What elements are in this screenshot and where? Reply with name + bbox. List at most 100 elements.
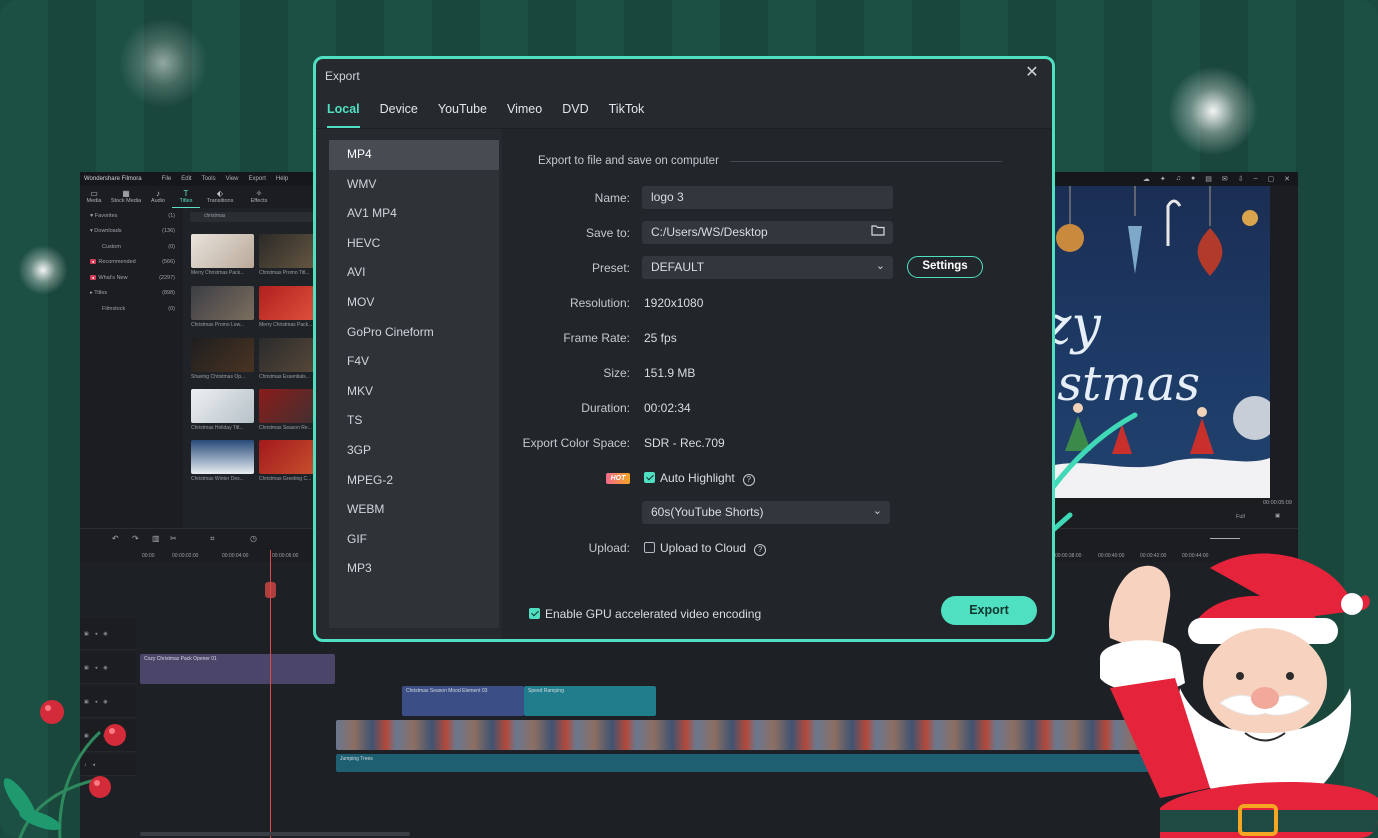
export-button[interactable]: Export — [941, 596, 1037, 625]
checkbox-checked-icon — [644, 472, 655, 483]
tab-tiktok[interactable]: TikTok — [609, 99, 645, 128]
menu-edit[interactable]: Edit — [181, 176, 191, 182]
quality-select[interactable]: Full — [1236, 514, 1245, 520]
chevron-down-icon: ⌄ — [875, 260, 885, 272]
account-icon[interactable]: ● — [1191, 175, 1195, 183]
maximize-icon[interactable]: ▢ — [1268, 175, 1275, 183]
lock-icon[interactable]: ▣ — [84, 665, 89, 671]
speaker-icon[interactable]: ◂ — [95, 665, 98, 671]
tab-device[interactable]: Device — [380, 99, 418, 128]
video-clip[interactable] — [336, 720, 1198, 750]
format-item-mp3[interactable]: MP3 — [329, 554, 499, 584]
sidebar-item-filmstock[interactable]: Filmstock (0) — [80, 301, 183, 317]
name-field[interactable]: logo 3 — [642, 186, 893, 209]
timeline-scrollbar[interactable] — [140, 832, 410, 836]
tab-local[interactable]: Local — [327, 99, 360, 128]
title-clip[interactable]: Cozy Christmas Pack Opener 01 — [140, 654, 335, 684]
eye-icon[interactable]: ◉ — [103, 665, 107, 671]
redo-icon[interactable]: ↷ — [132, 534, 139, 543]
menu-help[interactable]: Help — [276, 176, 288, 182]
settings-button[interactable]: Settings — [907, 256, 983, 278]
thumbnail[interactable] — [191, 389, 254, 423]
format-item-mpeg-2[interactable]: MPEG-2 — [329, 466, 499, 496]
format-item-gif[interactable]: GIF — [329, 525, 499, 555]
lock-icon[interactable]: ▣ — [84, 631, 89, 637]
preset-select[interactable]: DEFAULT ⌄ — [642, 256, 893, 279]
sidebar-item-label: What's New — [98, 274, 128, 281]
menu-view[interactable]: View — [226, 176, 239, 182]
tool-audio[interactable]: ♪ Audio — [144, 186, 172, 208]
format-item-mkv[interactable]: MKV — [329, 377, 499, 407]
help-icon[interactable]: ? — [754, 544, 767, 556]
effect-clip[interactable]: Speed Ramping — [524, 686, 656, 716]
format-item-wmv[interactable]: WMV — [329, 170, 499, 200]
audio-clip[interactable]: Jumping Trees — [336, 754, 1198, 772]
sidebar-item-favorites[interactable]: ♥ Favorites (1) — [80, 208, 183, 224]
delete-icon[interactable]: ▥ — [152, 534, 160, 543]
speaker-icon[interactable]: ◂ — [95, 631, 98, 637]
sidebar-item-recommended[interactable]: ● Recommended (566) — [80, 255, 183, 271]
sidebar-item-whats-new[interactable]: ● What's New (2297) — [80, 270, 183, 286]
format-item-avi[interactable]: AVI — [329, 258, 499, 288]
cut-icon[interactable]: ✂ — [170, 534, 177, 543]
tool-media[interactable]: ▭ Media — [80, 186, 108, 208]
chevron-down-icon: ⌄ — [872, 505, 882, 517]
editor-search-input[interactable]: christmas — [190, 212, 325, 222]
snow-glow — [118, 18, 208, 108]
sidebar-item-downloads[interactable]: ▾ Downloads (136) — [80, 224, 183, 240]
headset-icon[interactable]: ♫ — [1176, 175, 1181, 183]
format-item-av1-mp4[interactable]: AV1 MP4 — [329, 199, 499, 229]
tool-effects[interactable]: ✧ Effects — [240, 186, 278, 208]
effect-clip-label: Speed Ramping — [528, 688, 564, 694]
eye-icon[interactable]: ◉ — [103, 631, 107, 637]
window-controls: ☁ ✦ ♫ ● ▤ ✉ ⇩ – ▢ ✕ — [1143, 175, 1290, 183]
tool-transitions[interactable]: ⬖ Transitions — [200, 186, 240, 208]
format-item-3gp[interactable]: 3GP — [329, 436, 499, 466]
title-clip[interactable]: Christmas Season Mood Element 03 — [402, 686, 524, 716]
download-icon[interactable]: ⇩ — [1238, 175, 1244, 183]
thumbnail[interactable] — [191, 286, 254, 320]
tab-vimeo[interactable]: Vimeo — [507, 99, 542, 128]
menu-export[interactable]: Export — [249, 176, 266, 182]
sidebar-item-custom[interactable]: Custom (0) — [80, 239, 183, 255]
menu-tools[interactable]: Tools — [202, 176, 216, 182]
tool-stock-media[interactable]: ▦ Stock Media — [108, 186, 144, 208]
section-title: Export to file and save on computer — [538, 155, 719, 167]
save-to-field[interactable]: C:/Users/WS/Desktop — [642, 221, 893, 244]
auto-highlight-checkbox[interactable]: Auto Highlight? — [644, 471, 755, 486]
tab-youtube[interactable]: YouTube — [438, 99, 487, 128]
menu-file[interactable]: File — [162, 176, 172, 182]
help-icon[interactable]: ? — [742, 474, 755, 486]
tool-titles[interactable]: T Titles — [172, 186, 200, 208]
sidebar-item-titles[interactable]: ▸ Titles (898) — [80, 286, 183, 302]
speed-icon[interactable]: ◷ — [250, 534, 257, 543]
format-item-mov[interactable]: MOV — [329, 288, 499, 318]
format-item-ts[interactable]: TS — [329, 406, 499, 436]
folder-icon[interactable] — [871, 224, 885, 239]
color-space-value: SDR - Rec.709 — [644, 436, 725, 450]
thumbnail[interactable] — [191, 440, 254, 474]
close-icon[interactable]: ✕ — [1024, 65, 1040, 81]
minimize-icon[interactable]: – — [1254, 175, 1258, 183]
format-item-f4v[interactable]: F4V — [329, 347, 499, 377]
undo-icon[interactable]: ↶ — [112, 534, 119, 543]
thumbnail[interactable] — [191, 338, 254, 372]
format-item-mp4[interactable]: MP4 — [329, 140, 499, 170]
gpu-encoding-checkbox[interactable]: Enable GPU accelerated video encoding — [529, 607, 761, 621]
thumbnail[interactable] — [191, 234, 254, 268]
bulb-icon[interactable]: ✦ — [1160, 175, 1166, 183]
highlight-duration-select[interactable]: 60s(YouTube Shorts) ⌄ — [642, 501, 890, 524]
zoom-slider[interactable] — [1210, 538, 1240, 539]
window-close-icon[interactable]: ✕ — [1284, 175, 1290, 183]
crop-icon[interactable]: ⌗ — [210, 534, 215, 544]
cloud-icon[interactable]: ☁ — [1143, 175, 1150, 183]
tab-dvd[interactable]: DVD — [562, 99, 588, 128]
format-item-gopro-cineform[interactable]: GoPro Cineform — [329, 318, 499, 348]
format-item-hevc[interactable]: HEVC — [329, 229, 499, 259]
playhead-marker[interactable] — [265, 582, 276, 598]
format-item-webm[interactable]: WEBM — [329, 495, 499, 525]
upload-cloud-checkbox[interactable]: Upload to Cloud? — [644, 541, 767, 556]
snapshot-icon[interactable]: ▣ — [1275, 513, 1280, 519]
save-icon[interactable]: ▤ — [1205, 175, 1212, 183]
mail-icon[interactable]: ✉ — [1222, 175, 1228, 183]
